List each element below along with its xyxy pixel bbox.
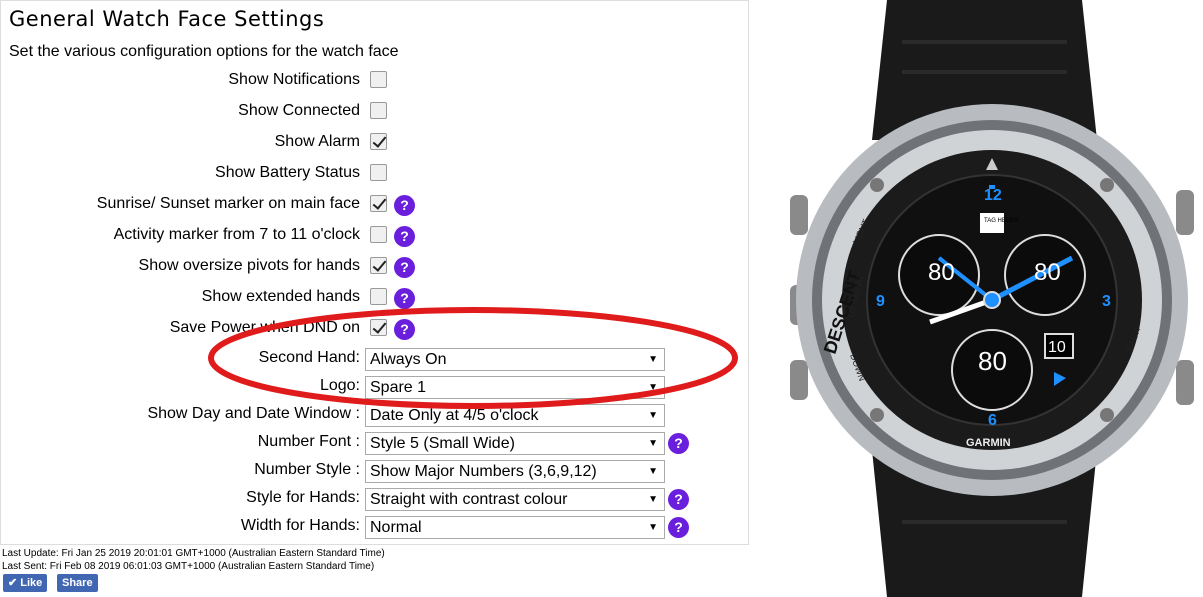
checkbox-label: Show oversize pivots for hands: [138, 257, 360, 274]
subdial-left-value: 80: [928, 259, 955, 286]
settings-checkbox[interactable]: [370, 195, 387, 212]
dropdown-value: Normal: [370, 519, 422, 536]
watch-maker-text: GARMIN: [966, 437, 1011, 449]
like-label: Like: [20, 577, 43, 589]
checkbox-label: Activity marker from 7 to 11 o'clock: [113, 226, 360, 243]
settings-checkbox[interactable]: [370, 71, 387, 88]
page-subtitle: Set the various configuration options fo…: [9, 43, 399, 60]
subdial-right-value: 80: [1034, 259, 1061, 286]
watch-numeral-3: 3: [1102, 293, 1111, 310]
checkbox-label: Show Notifications: [228, 71, 360, 88]
watch-numeral-6: 6: [988, 412, 997, 429]
help-icon[interactable]: ?: [394, 195, 415, 216]
checkbox-label: Show Battery Status: [215, 164, 360, 181]
help-icon[interactable]: ?: [394, 257, 415, 278]
dropdown-arrow-icon: ▼: [648, 522, 658, 533]
select-label: Style for Hands:: [246, 489, 360, 506]
help-icon[interactable]: ?: [394, 226, 415, 247]
help-icon[interactable]: ?: [668, 433, 689, 454]
watch-preview-image: 12 3 6 9 80 80 80 10 GARMIN TAG HEUER DE…: [790, 0, 1194, 597]
check-icon: ✔: [8, 577, 18, 589]
settings-dropdown[interactable]: Style 5 (Small Wide) ▼: [365, 432, 665, 455]
share-label: Share: [62, 577, 93, 589]
select-label: Width for Hands:: [240, 517, 360, 534]
select-label: Number Style :: [254, 461, 360, 478]
share-button[interactable]: Share: [57, 574, 98, 592]
dropdown-arrow-icon: ▼: [648, 466, 658, 477]
watch-numeral-12: 12: [984, 187, 1002, 204]
dropdown-arrow-icon: ▼: [648, 494, 658, 505]
settings-checkbox[interactable]: [370, 133, 387, 150]
settings-panel: General Watch Face Settings Set the vari…: [0, 0, 749, 545]
page-title: General Watch Face Settings: [9, 7, 325, 31]
settings-dropdown[interactable]: Straight with contrast colour ▼: [365, 488, 665, 511]
settings-checkbox[interactable]: [370, 257, 387, 274]
date-window-value: 10: [1048, 339, 1066, 356]
last-sent-text: Last Sent: Fri Feb 08 2019 06:01:03 GMT+…: [2, 561, 375, 572]
settings-checkbox[interactable]: [370, 102, 387, 119]
settings-checkbox[interactable]: [370, 164, 387, 181]
watch-numeral-9: 9: [876, 293, 885, 310]
checkbox-label: Show Connected: [238, 102, 360, 119]
watch-logo-text: TAG HEUER: [984, 218, 1019, 224]
like-button[interactable]: ✔ Like: [3, 574, 48, 592]
subdial-bottom-value: 80: [978, 346, 1007, 376]
select-label: Number Font :: [257, 433, 360, 450]
checkbox-label: Show Alarm: [274, 133, 360, 150]
settings-dropdown[interactable]: Normal ▼: [365, 516, 665, 539]
last-update-text: Last Update: Fri Jan 25 2019 20:01:01 GM…: [2, 548, 385, 559]
dropdown-value: Style 5 (Small Wide): [370, 435, 515, 452]
help-icon[interactable]: ?: [668, 517, 689, 538]
dropdown-arrow-icon: ▼: [648, 438, 658, 449]
settings-checkbox[interactable]: [370, 226, 387, 243]
help-icon[interactable]: ?: [668, 489, 689, 510]
settings-dropdown[interactable]: Show Major Numbers (3,6,9,12) ▼: [365, 460, 665, 483]
checkbox-label: Sunrise/ Sunset marker on main face: [96, 195, 360, 212]
dropdown-value: Show Major Numbers (3,6,9,12): [370, 463, 597, 480]
dropdown-value: Straight with contrast colour: [370, 491, 568, 508]
annotation-ellipse: [208, 307, 738, 409]
